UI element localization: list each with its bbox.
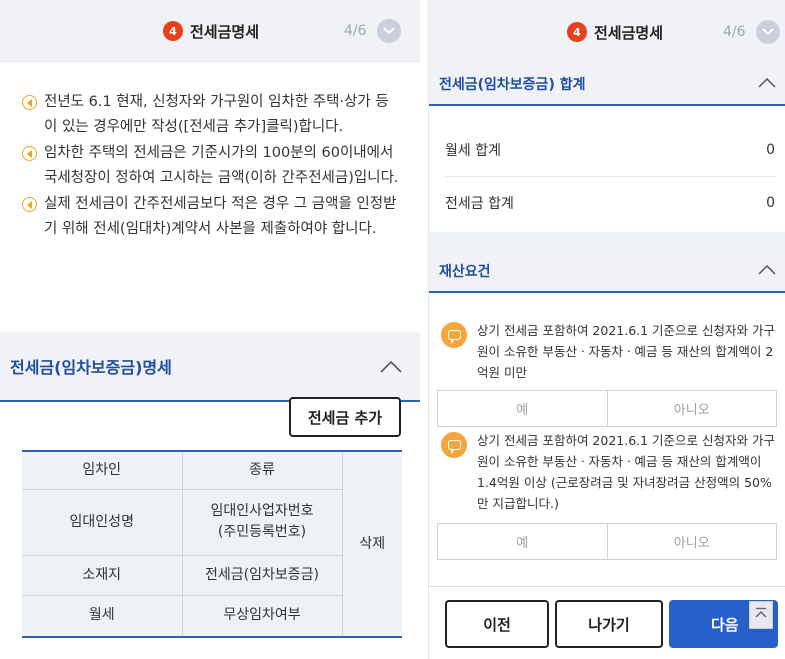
table-cell: 종류 bbox=[181, 450, 343, 490]
table-row: 임차인 종류 삭제 bbox=[22, 450, 402, 638]
arrow-up-icon bbox=[755, 607, 767, 618]
chevron-down-icon[interactable] bbox=[376, 19, 401, 43]
deposit-table: 임차인 종류 삭제 임대인성명 임대인사업자번호 (주민등록번호) 소재지 전세… bbox=[22, 450, 402, 638]
section-title: 전세금(임차보증금)명세 bbox=[10, 358, 172, 377]
bullet-arrow-icon bbox=[22, 197, 37, 212]
notice-list: 전년도 6.1 현재, 신청자와 가구원이 임차한 주택·상가 등이 있는 경우… bbox=[22, 90, 402, 243]
footer-divider bbox=[429, 586, 785, 587]
no-option[interactable]: 아니오 bbox=[606, 524, 776, 559]
chevron-up-icon[interactable] bbox=[758, 263, 776, 279]
table-cell: 전세금(임차보증금) bbox=[181, 554, 342, 596]
sum-label: 월세 합계 bbox=[445, 143, 501, 159]
deposit-sum-row: 전세금 합계 0 bbox=[445, 176, 775, 228]
speech-bubble-icon bbox=[441, 322, 467, 348]
bullet-arrow-icon bbox=[22, 95, 37, 110]
right-panel: 4 전세금명세 4/6 전세금(임차보증금) 합계 월세 합계 0 전세금 합계… bbox=[428, 0, 785, 659]
bullet-arrow-icon bbox=[22, 146, 37, 161]
chevron-down-icon[interactable] bbox=[755, 20, 780, 44]
table-cell: 소재지 bbox=[22, 554, 183, 596]
chevron-up-icon[interactable] bbox=[380, 358, 402, 377]
notice-text: 전년도 6.1 현재, 신청자와 가구원이 임차한 주택·상가 등이 있는 경우… bbox=[44, 94, 389, 135]
step-number-badge: 4 bbox=[567, 22, 587, 42]
notice-item: 임차한 주택의 전세금은 기준시가의 100분의 60이내에서 국세청장이 정하… bbox=[22, 141, 402, 191]
notice-text: 실제 전세금이 간주전세금보다 적은 경우 그 금액을 인정받기 위해 전세(임… bbox=[44, 196, 397, 237]
asset-requirement-section-header[interactable]: 재산요건 bbox=[429, 250, 785, 293]
yes-option[interactable]: 예 bbox=[438, 391, 607, 426]
prev-button[interactable]: 이전 bbox=[445, 600, 549, 648]
chevron-up-icon[interactable] bbox=[758, 76, 776, 92]
table-cell: 무상임차여부 bbox=[181, 594, 342, 638]
step-number-badge: 4 bbox=[163, 21, 183, 41]
section-divider bbox=[429, 232, 785, 250]
notice-item: 실제 전세금이 간주전세금보다 적은 경우 그 금액을 인정받기 위해 전세(임… bbox=[22, 192, 402, 242]
step-title-text: 전세금명세 bbox=[190, 22, 260, 41]
yes-option[interactable]: 예 bbox=[438, 524, 607, 559]
exit-button[interactable]: 나가기 bbox=[555, 600, 663, 648]
table-cell-line: (주민등록번호) bbox=[217, 524, 307, 540]
table-cell: 임차인 bbox=[22, 450, 183, 490]
monthly-rent-sum-row: 월세 합계 0 bbox=[445, 124, 775, 176]
asset-question: 상기 전세금 포함하여 2021.6.1 기준으로 신청자와 가구원이 소유한 … bbox=[441, 430, 781, 514]
speech-bubble-icon bbox=[441, 432, 467, 458]
left-panel: 4 전세금명세 4/6 전년도 6.1 현재, 신청자와 가구원이 임차한 주택… bbox=[0, 0, 420, 659]
progress-text: 4/6 bbox=[344, 23, 367, 39]
step-progress[interactable]: 4/6 bbox=[344, 0, 401, 62]
step-title: 4 전세금명세 bbox=[567, 0, 663, 64]
table-cell: 임대인사업자번호 (주민등록번호) bbox=[181, 488, 342, 556]
delete-column-header: 삭제 bbox=[341, 450, 402, 638]
table-cell: 임대인성명 bbox=[22, 488, 183, 556]
deposit-section-header[interactable]: 전세금(임차보증금)명세 bbox=[0, 332, 420, 402]
step-title-text: 전세금명세 bbox=[594, 23, 664, 42]
sum-value: 0 bbox=[766, 142, 775, 158]
notice-item: 전년도 6.1 현재, 신청자와 가구원이 임차한 주택·상가 등이 있는 경우… bbox=[22, 90, 402, 140]
scroll-to-top-button[interactable] bbox=[749, 601, 773, 629]
table-cell: 월세 bbox=[22, 594, 183, 638]
sum-label: 전세금 합계 bbox=[445, 195, 514, 212]
deposit-sum-section-header[interactable]: 전세금(임차보증금) 합계 bbox=[429, 63, 785, 106]
progress-text: 4/6 bbox=[723, 24, 746, 40]
answer-toggle: 예 아니오 bbox=[437, 523, 777, 560]
question-text: 상기 전세금 포함하여 2021.6.1 기준으로 신청자와 가구원이 소유한 … bbox=[477, 433, 776, 511]
step-header: 4 전세금명세 4/6 bbox=[0, 0, 420, 62]
step-title: 4 전세금명세 bbox=[163, 0, 259, 62]
answer-toggle: 예 아니오 bbox=[437, 390, 777, 427]
sum-value: 0 bbox=[766, 194, 775, 211]
table-cell-line: 임대인사업자번호 bbox=[210, 503, 314, 519]
no-option[interactable]: 아니오 bbox=[606, 391, 776, 426]
section-title: 전세금(임차보증금) 합계 bbox=[439, 76, 586, 93]
step-progress[interactable]: 4/6 bbox=[723, 0, 780, 64]
notice-text: 임차한 주택의 전세금은 기준시가의 100분의 60이내에서 국세청장이 정하… bbox=[44, 145, 399, 186]
question-text: 상기 전세금 포함하여 2021.6.1 기준으로 신청자와 가구원이 소유한 … bbox=[477, 323, 776, 380]
asset-question: 상기 전세금 포함하여 2021.6.1 기준으로 신청자와 가구원이 소유한 … bbox=[441, 320, 781, 383]
section-title: 재산요건 bbox=[439, 263, 491, 280]
step-header: 4 전세금명세 4/6 bbox=[429, 0, 785, 64]
add-deposit-button[interactable]: 전세금 추가 bbox=[289, 397, 401, 437]
